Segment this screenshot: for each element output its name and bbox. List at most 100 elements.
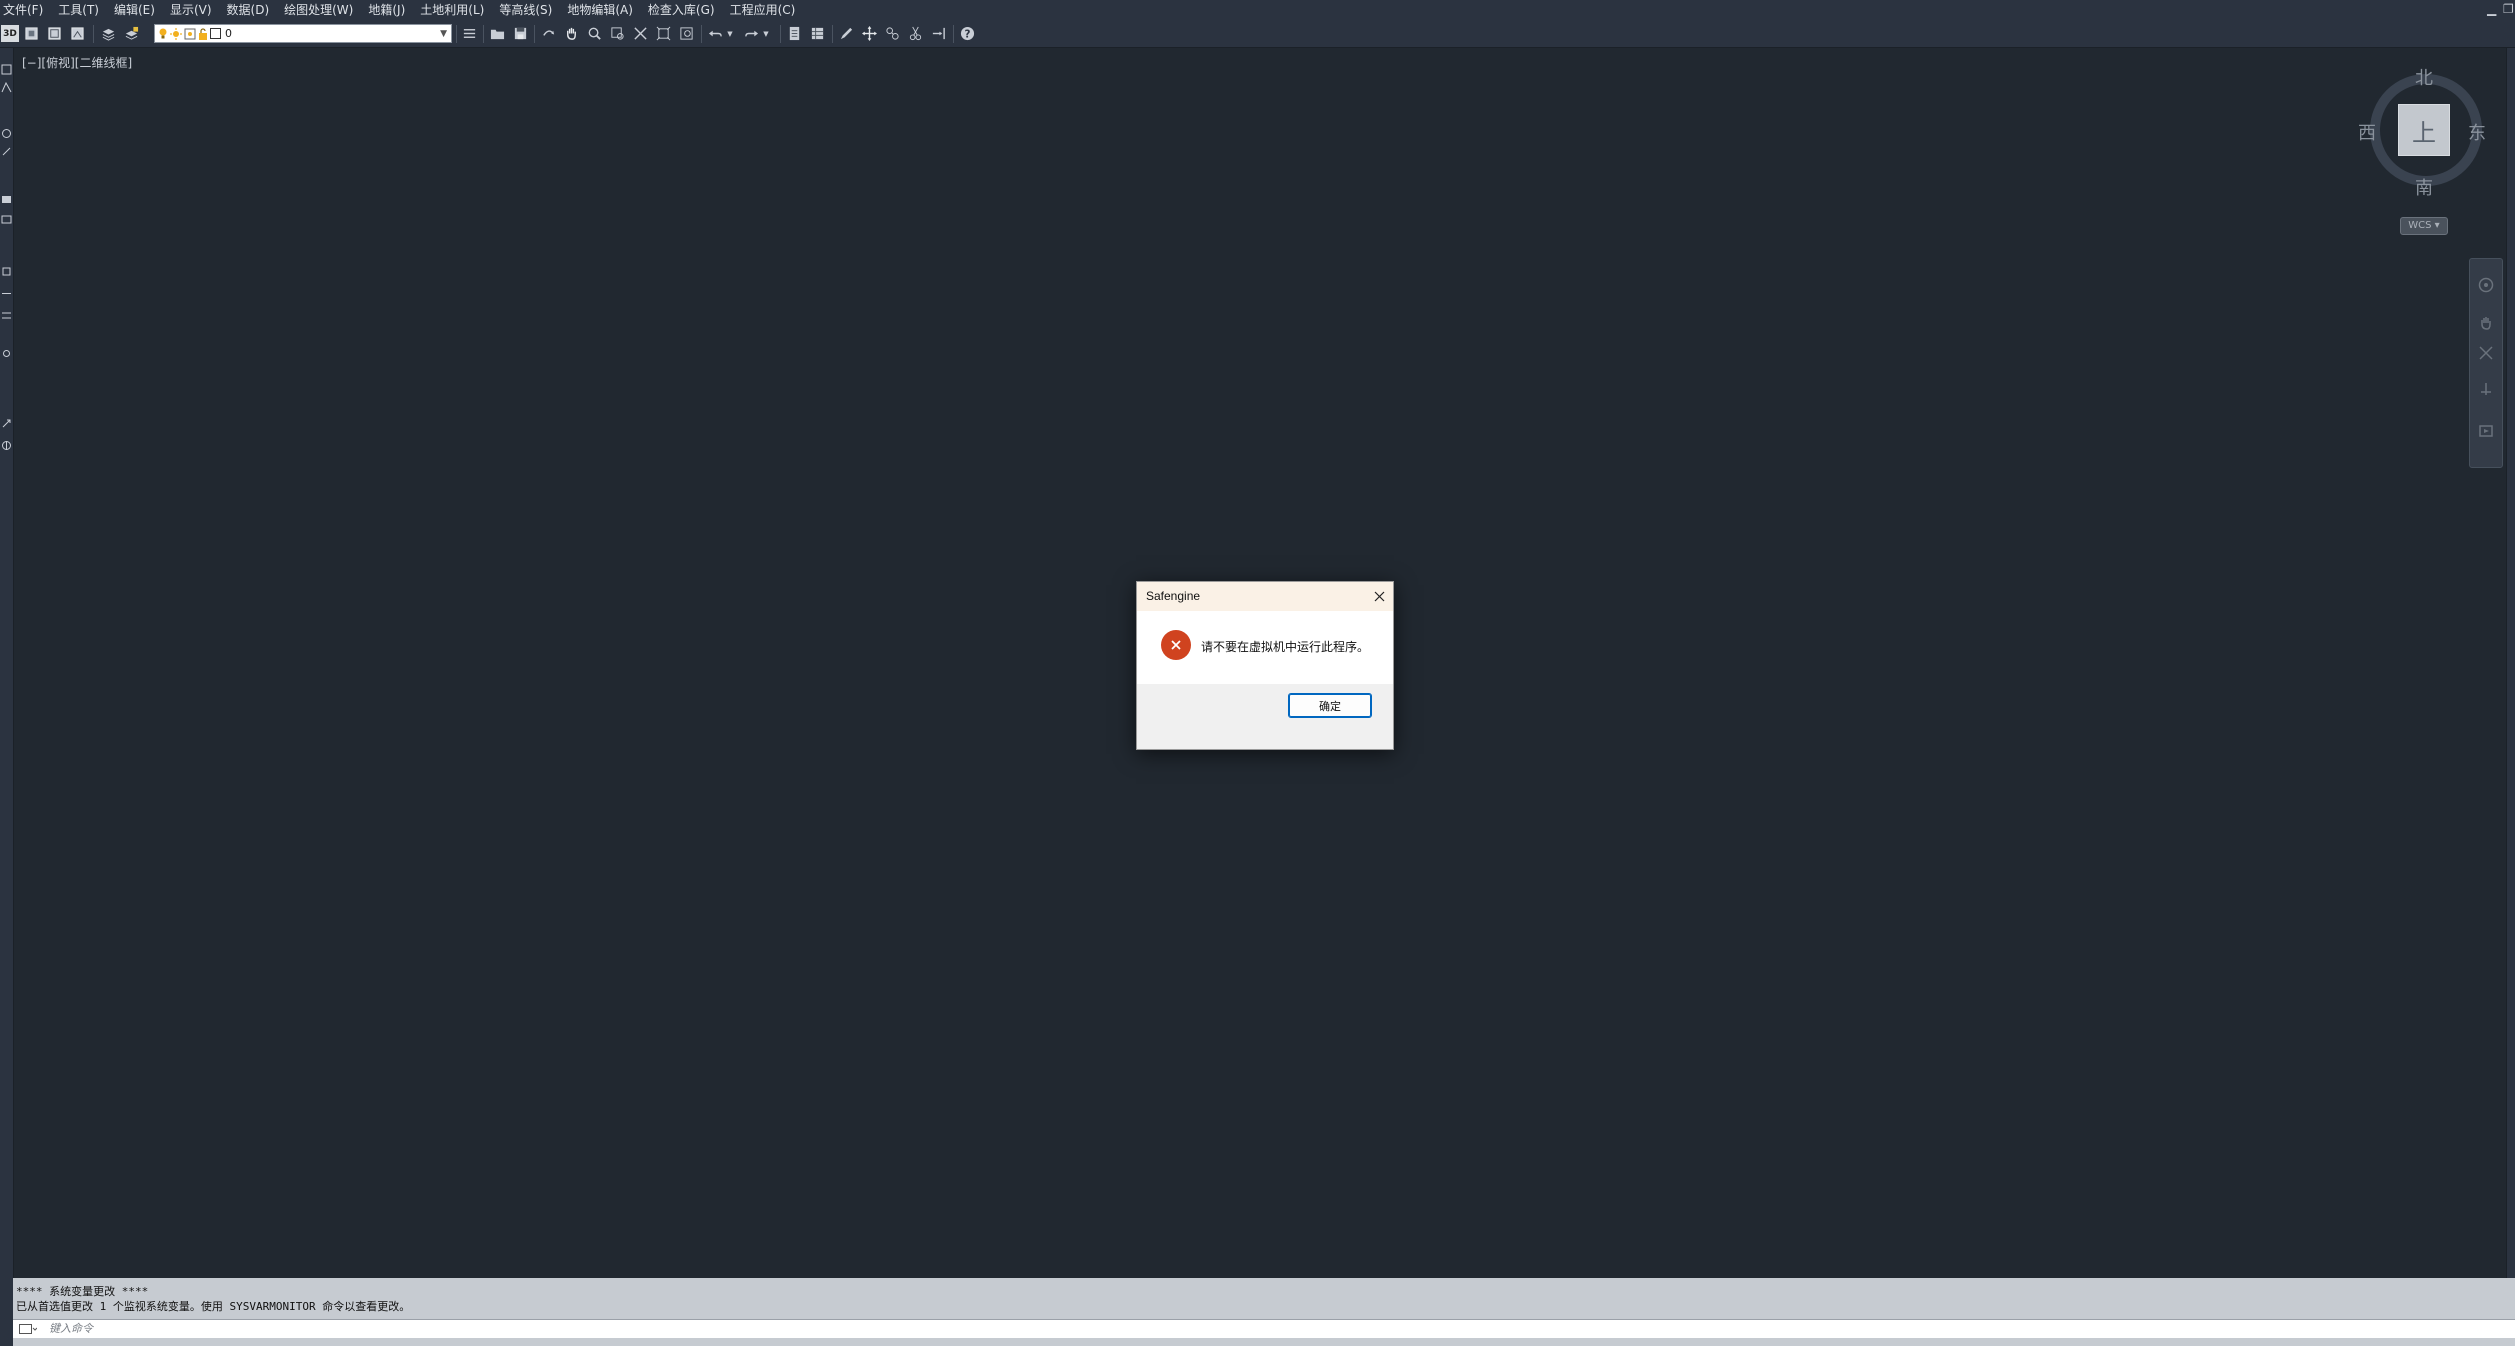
menu-view[interactable]: 显示(V): [167, 0, 224, 21]
command-history: **** 系统变量更改 **** 已从首选值更改 1 个监视系统变量。使用 SY…: [16, 1284, 410, 1314]
palette-tool-icon[interactable]: [1, 418, 12, 429]
toolbar: 3D 0 ▼ ▼ ▼ ?: [0, 21, 2515, 48]
view-3d-label: 3D: [3, 28, 17, 39]
command-input-row: [13, 1319, 2515, 1338]
undo-icon[interactable]: [707, 25, 724, 42]
wcs-label: WCS: [2408, 220, 2432, 231]
open-folder-icon[interactable]: [489, 25, 506, 42]
menu-edit[interactable]: 编辑(E): [111, 0, 167, 21]
dialog-body: 请不要在虚拟机中运行此程序。: [1137, 611, 1393, 684]
command-history-line: **** 系统变量更改 ****: [16, 1285, 149, 1298]
restore-icon[interactable]: ❐: [2503, 2, 2514, 16]
redo-dropdown-icon[interactable]: ▼: [762, 25, 770, 42]
layer-name: 0: [225, 27, 232, 40]
navigation-bar: [2469, 258, 2503, 468]
minimize-icon[interactable]: ▁: [2487, 2, 2496, 16]
layer-state-icon[interactable]: [123, 25, 140, 42]
zoom-extents-icon[interactable]: [2478, 345, 2494, 361]
compass-west[interactable]: 西: [2358, 119, 2376, 145]
view-cube-face-label: 上: [2412, 118, 2436, 147]
command-line-grip[interactable]: [0, 1278, 13, 1346]
view-top-icon[interactable]: [46, 25, 63, 42]
menu-file[interactable]: 文件(F): [0, 0, 55, 21]
dialog-message: 请不要在虚拟机中运行此程序。: [1201, 640, 1370, 654]
viewport-controls-label[interactable]: [−][俯视][二维线框]: [22, 54, 132, 71]
dialog-titlebar[interactable]: Safengine: [1137, 582, 1393, 611]
regen-icon[interactable]: [540, 25, 557, 42]
menu-drawing[interactable]: 绘图处理(W): [281, 0, 365, 21]
menu-check-import[interactable]: 检查入库(G): [645, 0, 727, 21]
view-iso-icon[interactable]: [69, 25, 86, 42]
zoom-extents-icon[interactable]: [632, 25, 649, 42]
palette-tool-icon[interactable]: [1, 310, 12, 321]
help-icon[interactable]: ?: [959, 25, 976, 42]
palette-tool-icon[interactable]: [1, 146, 12, 157]
menu-contour[interactable]: 等高线(S): [496, 0, 564, 21]
view-cube[interactable]: 北 南 东 西 上: [2352, 62, 2492, 202]
palette-tool-icon[interactable]: [1, 266, 12, 277]
steering-wheel-icon[interactable]: [2478, 277, 2494, 293]
dialog-footer: 确定: [1137, 684, 1393, 749]
palette-tool-icon[interactable]: [1, 214, 12, 225]
palette-tool-icon[interactable]: [1, 440, 12, 451]
dialog-title: Safengine: [1146, 589, 1201, 603]
showmotion-icon[interactable]: [2478, 423, 2494, 439]
zoom-window-icon[interactable]: [609, 25, 626, 42]
right-dock: [2506, 48, 2515, 1278]
sun-icon: [170, 27, 182, 40]
layer-dropdown[interactable]: 0 ▼: [154, 24, 452, 43]
palette-tool-icon[interactable]: [1, 348, 12, 359]
view-3d-button[interactable]: 3D: [1, 25, 19, 42]
layer-manager-icon[interactable]: [100, 25, 117, 42]
command-input[interactable]: [47, 1322, 651, 1336]
pencil-icon[interactable]: [838, 25, 855, 42]
menu-feature-edit[interactable]: 地物编辑(A): [564, 0, 645, 21]
zoom-all-icon[interactable]: [655, 25, 672, 42]
wcs-menu[interactable]: WCS ▾: [2400, 217, 2448, 235]
compass-south[interactable]: 南: [2415, 174, 2433, 200]
menu-landuse[interactable]: 土地利用(L): [417, 0, 496, 21]
redo-icon[interactable]: [743, 25, 760, 42]
zoom-previous-icon[interactable]: [678, 25, 695, 42]
palette-tool-icon[interactable]: [1, 288, 12, 299]
design-center-icon[interactable]: [809, 25, 826, 42]
viewport-freeze-icon: [184, 28, 196, 39]
orbit-icon[interactable]: [2478, 381, 2494, 397]
close-button[interactable]: [1370, 587, 1388, 605]
lightbulb-icon: [159, 28, 167, 38]
compass-east[interactable]: 东: [2468, 119, 2486, 145]
color-swatch-icon: [210, 28, 221, 39]
view-front-icon[interactable]: [23, 25, 40, 42]
undo-dropdown-icon[interactable]: ▼: [726, 25, 734, 42]
chevron-down-icon: ▼: [440, 28, 447, 39]
menu-bar: 文件(F) 工具(T) 编辑(E) 显示(V) 数据(D) 绘图处理(W) 地籍…: [0, 0, 2515, 21]
save-icon[interactable]: [512, 25, 529, 42]
menu-cadastre[interactable]: 地籍(J): [365, 0, 417, 21]
command-prompt-icon[interactable]: [19, 1324, 37, 1334]
pan-hand-icon[interactable]: [2478, 315, 2494, 331]
command-history-line: 已从首选值更改 1 个监视系统变量。使用 SYSVARMONITOR 命令以查看…: [16, 1300, 411, 1313]
svg-text:?: ?: [965, 28, 971, 40]
pan-hand-icon[interactable]: [563, 25, 580, 42]
left-tool-palette: [0, 48, 14, 1278]
palette-tool-icon[interactable]: [1, 82, 12, 93]
ok-button[interactable]: 确定: [1288, 693, 1372, 718]
menu-data[interactable]: 数据(D): [224, 0, 282, 21]
menu-engineering[interactable]: 工程应用(C): [727, 0, 808, 21]
properties-icon[interactable]: [786, 25, 803, 42]
layer-properties-icon[interactable]: [461, 25, 478, 42]
trim-scissors-icon[interactable]: [907, 25, 924, 42]
palette-tool-icon[interactable]: [1, 128, 12, 139]
extend-icon[interactable]: [930, 25, 947, 42]
close-icon: [1374, 591, 1384, 601]
lock-icon: [199, 27, 207, 40]
error-dialog: Safengine 请不要在虚拟机中运行此程序。 确定: [1136, 581, 1394, 750]
palette-tool-icon[interactable]: [1, 194, 12, 205]
view-cube-top-face[interactable]: 上: [2398, 104, 2450, 156]
move-icon[interactable]: [861, 25, 878, 42]
compass-north[interactable]: 北: [2415, 64, 2433, 90]
menu-tools[interactable]: 工具(T): [55, 0, 111, 21]
copy-object-icon[interactable]: [884, 25, 901, 42]
zoom-realtime-icon[interactable]: [586, 25, 603, 42]
palette-tool-icon[interactable]: [1, 64, 12, 75]
